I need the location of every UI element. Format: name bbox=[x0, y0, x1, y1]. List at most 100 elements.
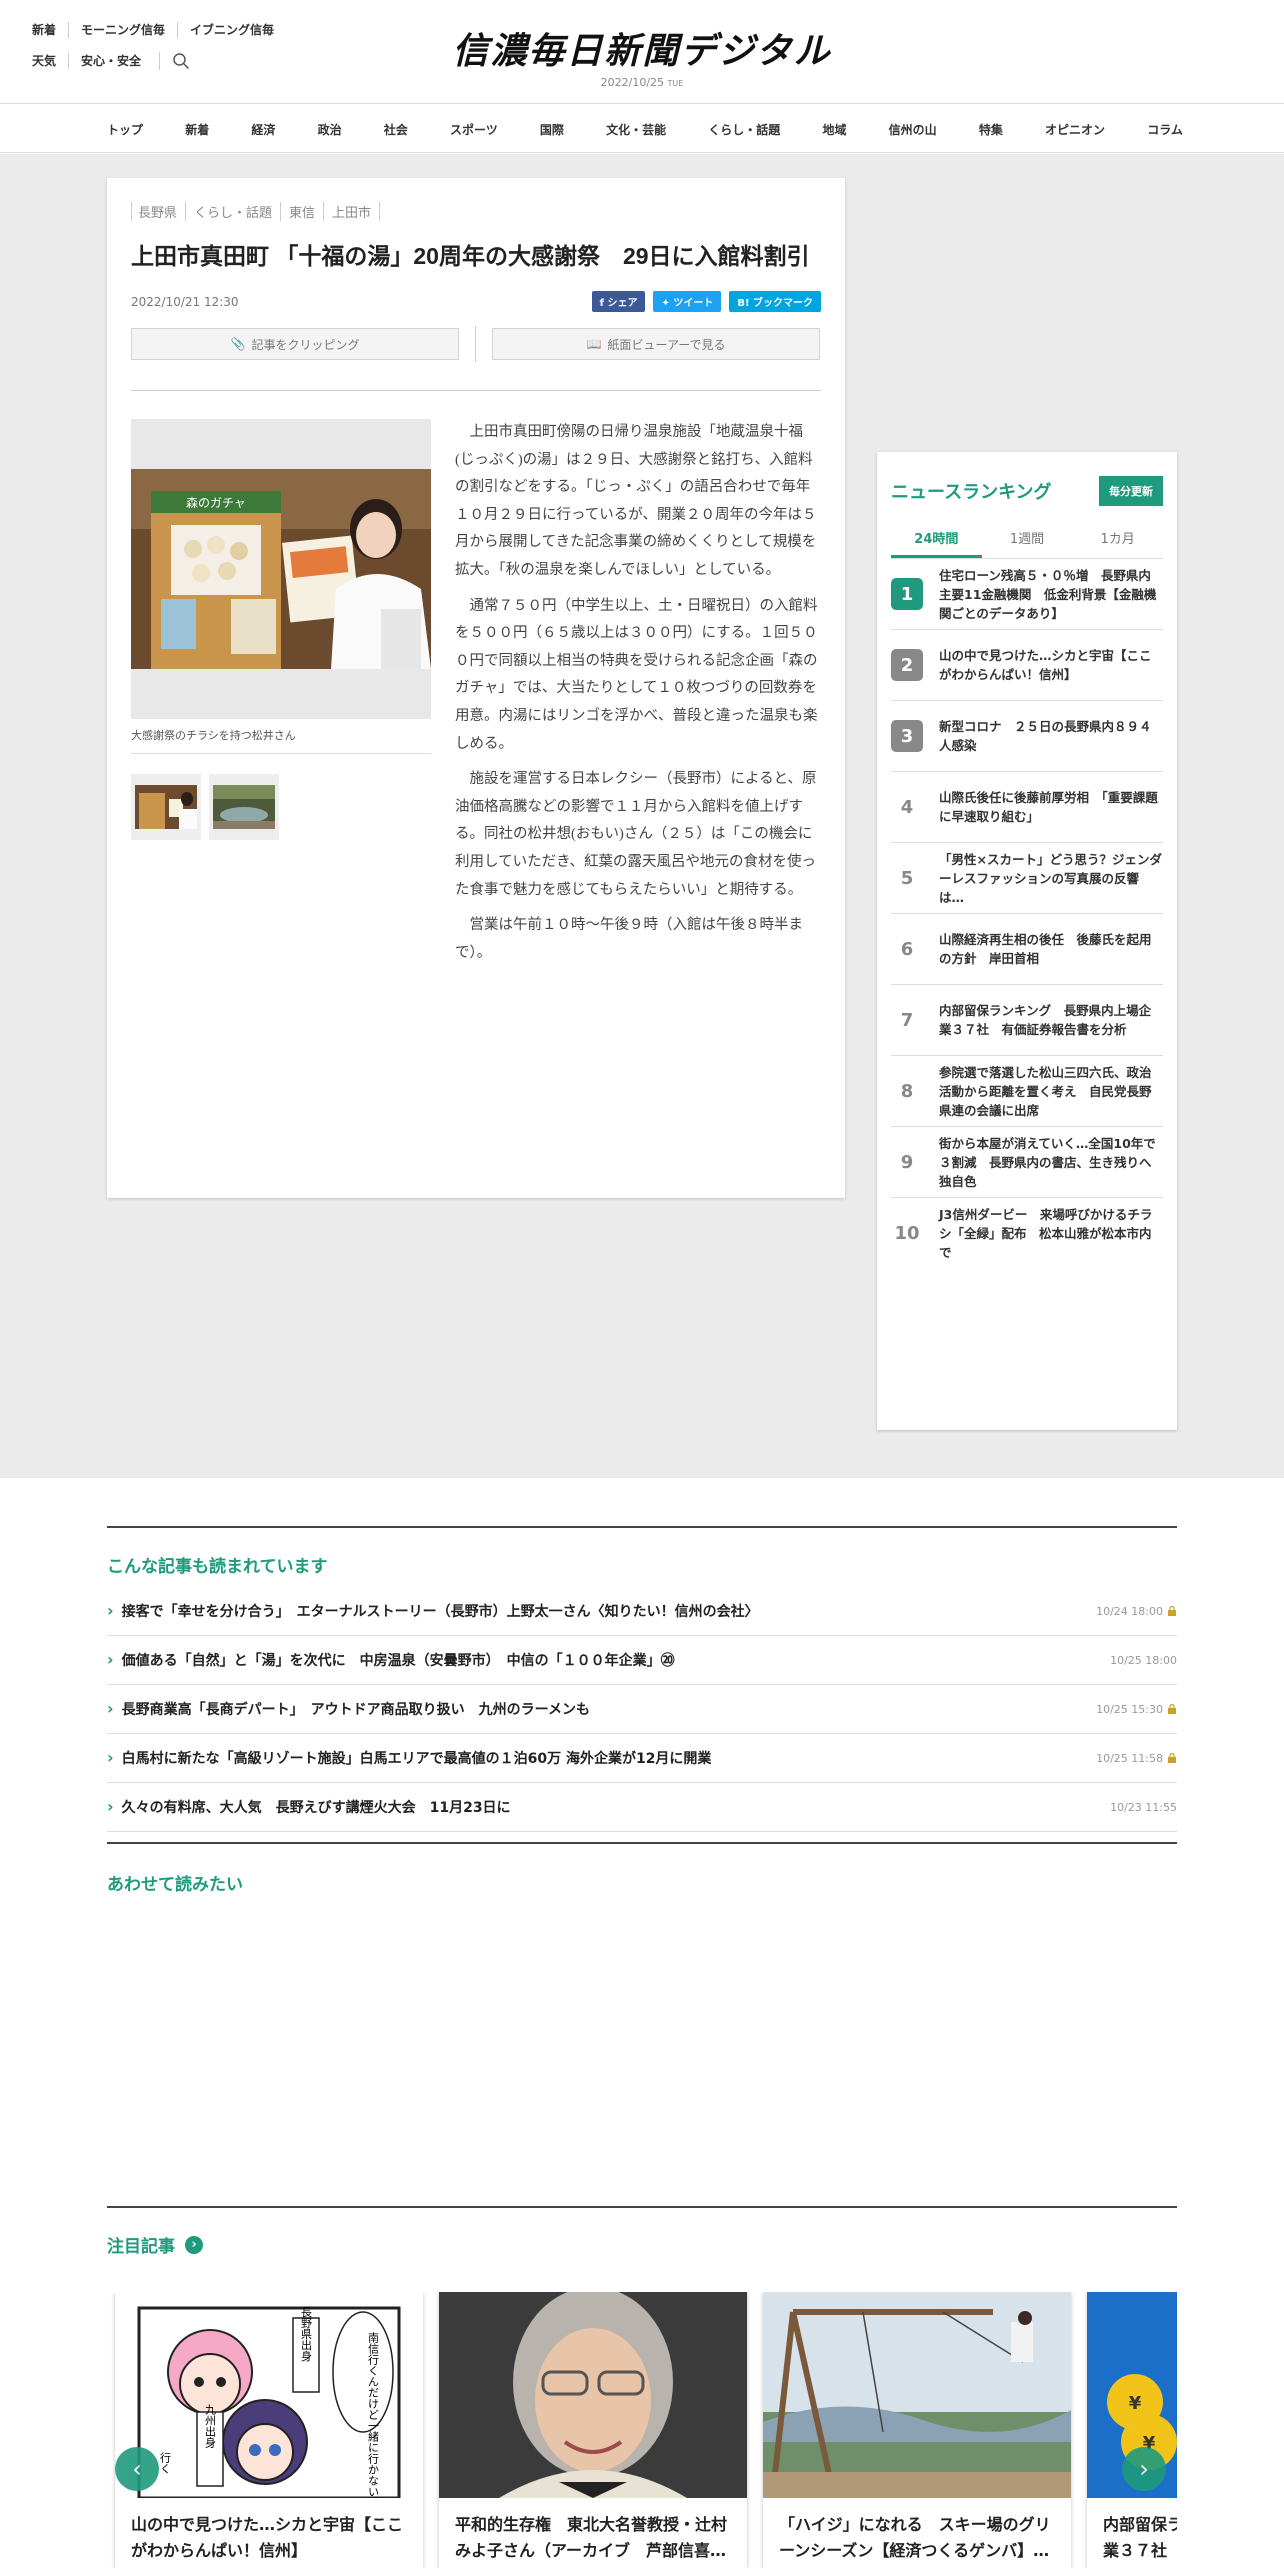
ranking-item[interactable]: 4 山際氏後任に後藤前厚労相 「重要課題に早速取り組む」 bbox=[891, 772, 1163, 843]
ranking-item-title: J3信州ダービー 来場呼びかけるチラシ「全緑」配布 松本山雅が松本市内で bbox=[939, 1207, 1153, 1260]
ranking-item-title: 新型コロナ ２５日の長野県内８９４人感染 bbox=[939, 719, 1152, 753]
clip-article-button[interactable]: 📎 記事をクリッピング bbox=[131, 328, 459, 360]
article-figure: 森のガチャ 大感謝祭のチラシを持つ松井さん bbox=[131, 419, 431, 975]
related-article-item[interactable]: 価値ある「自然」と「湯」を次代に 中房温泉（安曇野市） 中信の「１００年企業」⑳… bbox=[107, 1636, 1177, 1685]
featured-card[interactable]: 長野県出身 九州出身 南信行くんだけど一緒に行かない？ 行く 山の中で見つけた…… bbox=[115, 2292, 423, 2568]
ranking-item-title: 山際経済再生相の後任 後藤氏を起用の方針 岸田首相 bbox=[939, 932, 1152, 966]
ranking-item[interactable]: 7 内部留保ランキング 長野県内上場企業３７社 有価証券報告書を分析 bbox=[891, 985, 1163, 1056]
featured-card-title: 平和的生存権 東北大名誉教授・辻村みよ子さん（アーカイブ 芦部信喜… bbox=[455, 2515, 728, 2560]
ranking-item[interactable]: 10 J3信州ダービー 来場呼びかけるチラシ「全緑」配布 松本山雅が松本市内で bbox=[891, 1198, 1163, 1269]
thumbnail-2[interactable] bbox=[209, 774, 279, 840]
nav-item[interactable]: 文化・芸能 bbox=[594, 121, 678, 138]
article-tag[interactable]: 上田市 bbox=[324, 202, 381, 221]
nav-item[interactable]: スポーツ bbox=[438, 121, 510, 138]
portrait-photo bbox=[439, 2292, 747, 2498]
book-icon: 📖 bbox=[586, 337, 602, 351]
nav-item[interactable]: 社会 bbox=[372, 121, 420, 138]
featured-title: 注目記事 bbox=[107, 2237, 175, 2257]
ranking-number: 5 bbox=[900, 867, 914, 889]
article-paragraph: 上田市真田町傍陽の日帰り温泉施設「地蔵温泉十福(じっぷく)の湯」は２９日、大感謝… bbox=[455, 424, 817, 578]
twitter-share-button[interactable]: ✦ ツイート bbox=[653, 291, 722, 312]
ranking-number: 7 bbox=[900, 1009, 914, 1031]
nav-item[interactable]: 経済 bbox=[239, 121, 287, 138]
site-header: 新着 モーニング信毎 イブニング信毎 天気 安心・安全 信濃毎日新聞デジタル 2… bbox=[0, 0, 1284, 104]
ranking-list: 1 住宅ローン残高５・０％増 長野県内主要11金融機関 低金利背景【金融機関ごとの… bbox=[891, 559, 1163, 1269]
related-article-title: 価値ある「自然」と「湯」を次代に 中房温泉（安曇野市） 中信の「１００年企業」⑳ bbox=[107, 1650, 675, 1670]
nav-item[interactable]: オピニオン bbox=[1033, 121, 1117, 138]
share-buttons: f シェア ✦ ツイート B! ブックマーク bbox=[591, 291, 821, 312]
ranking-title: ニュースランキング bbox=[891, 482, 1052, 503]
lock-icon bbox=[1167, 1605, 1177, 1616]
nav-item[interactable]: くらし・話題 bbox=[696, 121, 792, 138]
paper-viewer-button[interactable]: 📖 紙面ビューアーで見る bbox=[492, 328, 820, 360]
nav-item[interactable]: 政治 bbox=[306, 121, 354, 138]
ranking-number: 6 bbox=[900, 938, 914, 960]
global-nav: トップ 新着 経済 政治 社会 スポーツ 国際 文化・芸能 くらし・話題 地域 信州の山 特集 オピニオ… bbox=[0, 105, 1284, 153]
related-article-item[interactable]: 長野商業高「長商デパート」 アウトドア商品取り扱い 九州のラーメンも 10/25 … bbox=[107, 1685, 1177, 1734]
main-photo[interactable]: 森のガチャ bbox=[131, 419, 431, 719]
ranking-tabs: 24時間 1週間 1カ月 bbox=[891, 528, 1163, 559]
ranking-item-title: 「男性×スカート」どう思う？ジェンダーレスファッションの写真展の反響は… bbox=[939, 851, 1162, 905]
related-article-date: 10/25 15:30 bbox=[1096, 1703, 1177, 1716]
ranking-item[interactable]: 5 「男性×スカート」どう思う？ジェンダーレスファッションの写真展の反響は… bbox=[891, 843, 1163, 914]
related-article-date: 10/25 11:58 bbox=[1096, 1752, 1177, 1765]
nav-item[interactable]: 特集 bbox=[967, 121, 1015, 138]
related-title: こんな記事も読まれています bbox=[107, 1557, 328, 1577]
ranking-item[interactable]: 1 住宅ローン残高５・０％増 長野県内主要11金融機関 低金利背景【金融機関ごとの… bbox=[891, 559, 1163, 630]
svg-text:森のガチャ: 森のガチャ bbox=[186, 495, 246, 510]
related-articles: こんな記事も読まれています 接客で「幸せを分け合う」 エターナルストーリー（長野… bbox=[107, 1526, 1177, 1895]
carousel-next-button[interactable]: › bbox=[1122, 2447, 1166, 2491]
news-ranking: ニュースランキング 毎分更新 24時間 1週間 1カ月 1 住宅ローン残高５・０％増 … bbox=[877, 452, 1177, 1430]
ranking-item[interactable]: 2 山の中で見つけた…シカと宇宙【ここがわからんぱい！信州】 bbox=[891, 630, 1163, 701]
nav-item[interactable]: 国際 bbox=[528, 121, 576, 138]
article-date: 2022/10/21 12:30 bbox=[131, 294, 239, 309]
ranking-item[interactable]: 9 街から本屋が消えていく…全国10年で３割減 長野県内の書店、生き残りへ独自色 bbox=[891, 1127, 1163, 1198]
paperclip-icon: 📎 bbox=[230, 337, 246, 351]
featured-card[interactable]: 平和的生存権 東北大名誉教授・辻村みよ子さん（アーカイブ 芦部信喜… bbox=[439, 2292, 747, 2568]
svg-text:九州出身: 九州出身 bbox=[204, 2404, 217, 2449]
ranking-tab[interactable]: 1週間 bbox=[982, 528, 1073, 558]
ranking-number: 9 bbox=[900, 1151, 914, 1173]
photo-caption: 大感謝祭のチラシを持つ松井さん bbox=[131, 727, 431, 754]
nav-item[interactable]: 信州の山 bbox=[877, 121, 949, 138]
nav-item[interactable]: トップ bbox=[95, 121, 155, 138]
hatena-bookmark-button[interactable]: B! ブックマーク bbox=[729, 291, 821, 312]
featured-card[interactable]: 「ハイジ」になれる スキー場のグリーンシーズン【経済つくるゲンバ】… bbox=[763, 2292, 1071, 2568]
ranking-item[interactable]: 8 参院選で落選した松山三四六氏、政治活動から距離を置く考え 自民党長野県連の会議… bbox=[891, 1056, 1163, 1127]
related-article-title: 久々の有料席、大人気 長野えびす講煙火大会 11月23日に bbox=[107, 1797, 511, 1817]
nav-item[interactable]: 地域 bbox=[810, 121, 858, 138]
ranking-item[interactable]: 3 新型コロナ ２５日の長野県内８９４人感染 bbox=[891, 701, 1163, 772]
thumbnail-1[interactable] bbox=[131, 774, 201, 840]
article-tag[interactable]: 東信 bbox=[281, 202, 325, 221]
logo-text: 信濃毎日新聞デジタル bbox=[452, 30, 832, 72]
chevron-right-icon[interactable]: › bbox=[185, 2235, 203, 2254]
article-tag[interactable]: くらし・話題 bbox=[186, 202, 282, 221]
related-article-item[interactable]: 白馬村に新たな「高級リゾート施設」白馬エリアで最高値の１泊60万 海外企業が12… bbox=[107, 1734, 1177, 1783]
ranking-number: 4 bbox=[900, 796, 914, 818]
related-article-item[interactable]: 接客で「幸せを分け合う」 エターナルストーリー（長野市）上野太一さん〈知りたい！… bbox=[107, 1587, 1177, 1636]
article-tag[interactable]: 長野県 bbox=[131, 202, 187, 221]
ranking-item-title: 住宅ローン残高５・０％増 長野県内主要11金融機関 低金利背景【金融機関ごとのデ… bbox=[939, 567, 1157, 621]
svg-text:長野県出身: 長野県出身 bbox=[300, 2306, 313, 2362]
related-article-title: 白馬村に新たな「高級リゾート施設」白馬エリアで最高値の１泊60万 海外企業が12… bbox=[107, 1748, 712, 1768]
nav-item[interactable]: コラム bbox=[1135, 121, 1195, 138]
article-card: 長野県 くらし・話題 東信 上田市 上田市真田町 「十福の湯」20周年の大感謝祭 29… bbox=[107, 178, 845, 1198]
related-article-date: 10/24 18:00 bbox=[1096, 1605, 1177, 1618]
svg-text:南信行くんだけど一緒に行かない？: 南信行くんだけど一緒に行かない？ bbox=[367, 2332, 380, 2498]
featured-card[interactable]: ¥ ¥ 内部留保ランキング 長野県内上場企業３７社 有価証券報告書を分析 bbox=[1087, 2292, 1177, 2568]
ranking-item[interactable]: 6 山際経済再生相の後任 後藤氏を起用の方針 岸田首相 bbox=[891, 914, 1163, 985]
facebook-share-button[interactable]: f シェア bbox=[591, 291, 646, 312]
nav-item[interactable]: 新着 bbox=[173, 121, 221, 138]
ranking-item-title: 街から本屋が消えていく…全国10年で３割減 長野県内の書店、生き残りへ独自色 bbox=[939, 1135, 1156, 1189]
carousel-prev-button[interactable]: ‹ bbox=[115, 2447, 159, 2491]
site-logo[interactable]: 信濃毎日新聞デジタル 2022/10/25 TUE bbox=[0, 22, 1284, 89]
ranking-tab[interactable]: 1カ月 bbox=[1072, 528, 1163, 558]
article-tags: 長野県 くらし・話題 東信 上田市 bbox=[131, 202, 821, 221]
article-paragraph: 営業は午前１０時～午後９時（入館は午後８時半まで）。 bbox=[455, 917, 803, 961]
related-article-item[interactable]: 久々の有料席、大人気 長野えびす講煙火大会 11月23日に 10/23 11:55 bbox=[107, 1783, 1177, 1832]
ranking-item-title: 山の中で見つけた…シカと宇宙【ここがわからんぱい！信州】 bbox=[939, 648, 1152, 682]
ranking-number: 2 bbox=[891, 649, 923, 681]
ranking-item-title: 山際氏後任に後藤前厚労相 「重要課題に早速取り組む」 bbox=[939, 790, 1158, 824]
ranking-tab[interactable]: 24時間 bbox=[891, 528, 982, 558]
featured-card-title: 山の中で見つけた…シカと宇宙【ここがわからんぱい！信州】 bbox=[131, 2515, 404, 2560]
